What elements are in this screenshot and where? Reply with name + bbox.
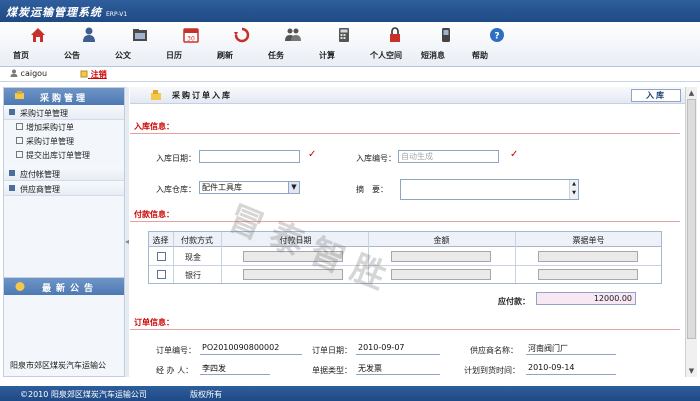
logout-link[interactable]: 注销 — [80, 69, 107, 80]
toolbar-calendar-button[interactable]: 30 日历 — [166, 26, 216, 60]
sidebar-group-payable[interactable]: 应付帐管理 — [4, 166, 124, 181]
instock-no-input[interactable]: 自动生成 — [398, 150, 499, 163]
scroll-down-icon[interactable]: ▼ — [687, 366, 696, 376]
sidebar-group-purchase-order[interactable]: 采购订单管理 — [4, 105, 124, 120]
home-icon — [31, 28, 45, 42]
toolbar-task-button[interactable]: 任务 — [268, 26, 318, 60]
total-payable-input[interactable]: 12000.00 — [536, 292, 636, 305]
app-version: ERP-V1 — [106, 11, 128, 18]
instock-tab[interactable]: 入库 — [631, 89, 681, 102]
folder-icon — [133, 29, 147, 41]
toolbar-help-button[interactable]: ? 帮助 — [472, 26, 522, 60]
group-expand-icon — [9, 185, 15, 191]
handler-field: 李四发 — [200, 363, 270, 375]
payment-amount-input[interactable] — [391, 251, 491, 262]
scroll-thumb[interactable] — [687, 99, 696, 339]
user-bar: caigou 注销 — [0, 67, 700, 82]
current-user: caigou — [10, 69, 47, 78]
required-mark-icon: ✓ — [510, 149, 519, 160]
group-expand-icon — [9, 170, 15, 176]
sidebar-item-add-order[interactable]: 增加采购订单 — [4, 120, 124, 134]
sidebar-group-supplier[interactable]: 供应商管理 — [4, 181, 124, 196]
bill-no-input[interactable] — [538, 269, 638, 280]
order-no-field: PO2010090800002 — [200, 343, 302, 355]
plan-arrival-field: 2010-09-14 — [526, 363, 616, 375]
payment-checkbox-cash[interactable] — [157, 252, 166, 261]
sidebar-header: 采购管理 — [4, 88, 124, 105]
section-divider — [130, 329, 680, 330]
user-icon — [10, 69, 18, 77]
payment-section-title: 付款信息： — [134, 210, 174, 219]
main-toolbar: 首页 公告 公文 30 日历 刷新 任务 计算 个人空间 短消息 ? 帮助 — [0, 22, 700, 67]
group-expand-icon — [9, 109, 15, 115]
page-icon — [151, 90, 161, 100]
scroll-up-icon[interactable]: ▲ — [687, 88, 696, 98]
payment-table-header: 选择 付款方式 付款日期 金额 票据单号 — [149, 232, 661, 247]
toolbar-calculator-button[interactable]: 计算 — [319, 26, 369, 60]
app-title: 煤炭运输管理系统 ERP-V1 — [6, 6, 128, 19]
notice-icon — [15, 282, 25, 291]
order-date-field: 2010-09-07 — [356, 343, 440, 355]
section-divider — [130, 133, 680, 134]
tree-node-icon — [16, 137, 23, 144]
tree-node-icon — [16, 151, 23, 158]
instock-date-input[interactable] — [199, 150, 300, 163]
memo-textarea[interactable]: ▲ ▼ — [400, 179, 579, 200]
notice-header: 最新公告 — [4, 278, 124, 295]
bill-type-field: 无发票 — [356, 363, 440, 375]
svg-text:30: 30 — [187, 36, 195, 43]
toolbar-home-button[interactable]: 首页 — [13, 26, 63, 60]
payment-date-input[interactable] — [243, 251, 343, 262]
users-icon — [83, 27, 95, 42]
tree-node-icon — [16, 123, 23, 130]
order-section-title: 订单信息： — [134, 318, 174, 327]
toolbar-personal-space-button[interactable]: 个人空间 — [370, 26, 420, 60]
phone-icon — [442, 28, 450, 42]
sidebar-item-order-manage[interactable]: 采购订单管理 — [4, 134, 124, 148]
calendar-icon: 30 — [183, 28, 199, 43]
collapse-arrow-icon[interactable]: ◂ — [125, 237, 129, 246]
app-titlebar: 煤炭运输管理系统 ERP-V1 — [0, 0, 700, 22]
textarea-scrollbar[interactable]: ▲ ▼ — [569, 180, 578, 199]
page-title: 采购订单入库 — [172, 91, 232, 100]
toolbar-notice-button[interactable]: 公告 — [64, 26, 114, 60]
logout-icon — [80, 70, 88, 78]
notice-text[interactable]: 阳泉市郊区煤炭汽车运输公 — [10, 360, 122, 371]
payment-checkbox-bank[interactable] — [157, 270, 166, 279]
copyright-text: ©2010 阳泉郊区煤炭汽车运输公司 — [20, 390, 147, 399]
main-content: 采购订单入库 入库 入库信息： 入库日期： ✓ 入库编号： 自动生成 ✓ 入库仓… — [130, 87, 685, 377]
page-header: 采购订单入库 入库 — [130, 87, 685, 104]
calculator-icon — [339, 28, 349, 42]
main-scrollbar[interactable]: ▲ ▼ — [685, 87, 697, 377]
warehouse-select[interactable]: 配件工具库 ▼ — [199, 181, 300, 194]
lock-icon — [390, 27, 400, 42]
payment-date-input[interactable] — [243, 269, 343, 280]
help-icon: ? — [490, 28, 504, 42]
section-divider — [130, 221, 680, 222]
toolbar-refresh-button[interactable]: 刷新 — [217, 26, 267, 60]
required-mark-icon: ✓ — [308, 149, 317, 160]
notice-panel: 最新公告 阳泉市郊区煤炭汽车运输公 — [3, 277, 125, 377]
refresh-icon — [234, 27, 250, 43]
svg-text:?: ? — [494, 32, 499, 42]
supplier-field: 河南阀门厂 — [526, 343, 616, 355]
cart-icon — [15, 91, 24, 99]
payment-table: 选择 付款方式 付款日期 金额 票据单号 现金 银行 — [148, 231, 662, 284]
chevron-down-icon[interactable]: ▼ — [288, 182, 299, 193]
toolbar-message-button[interactable]: 短消息 — [421, 26, 471, 60]
sidebar-splitter[interactable]: ◂ — [125, 87, 129, 377]
toolbar-document-button[interactable]: 公文 — [115, 26, 165, 60]
bill-no-input[interactable] — [538, 251, 638, 262]
rights-text: 版权所有 — [190, 390, 222, 399]
payment-amount-input[interactable] — [391, 269, 491, 280]
task-icon — [285, 28, 301, 41]
instock-section-title: 入库信息： — [134, 122, 174, 131]
sidebar-item-outstock-manage[interactable]: 提交出库订单管理 — [4, 148, 124, 162]
footer: ©2010 阳泉郊区煤炭汽车运输公司 版权所有 — [0, 386, 700, 401]
